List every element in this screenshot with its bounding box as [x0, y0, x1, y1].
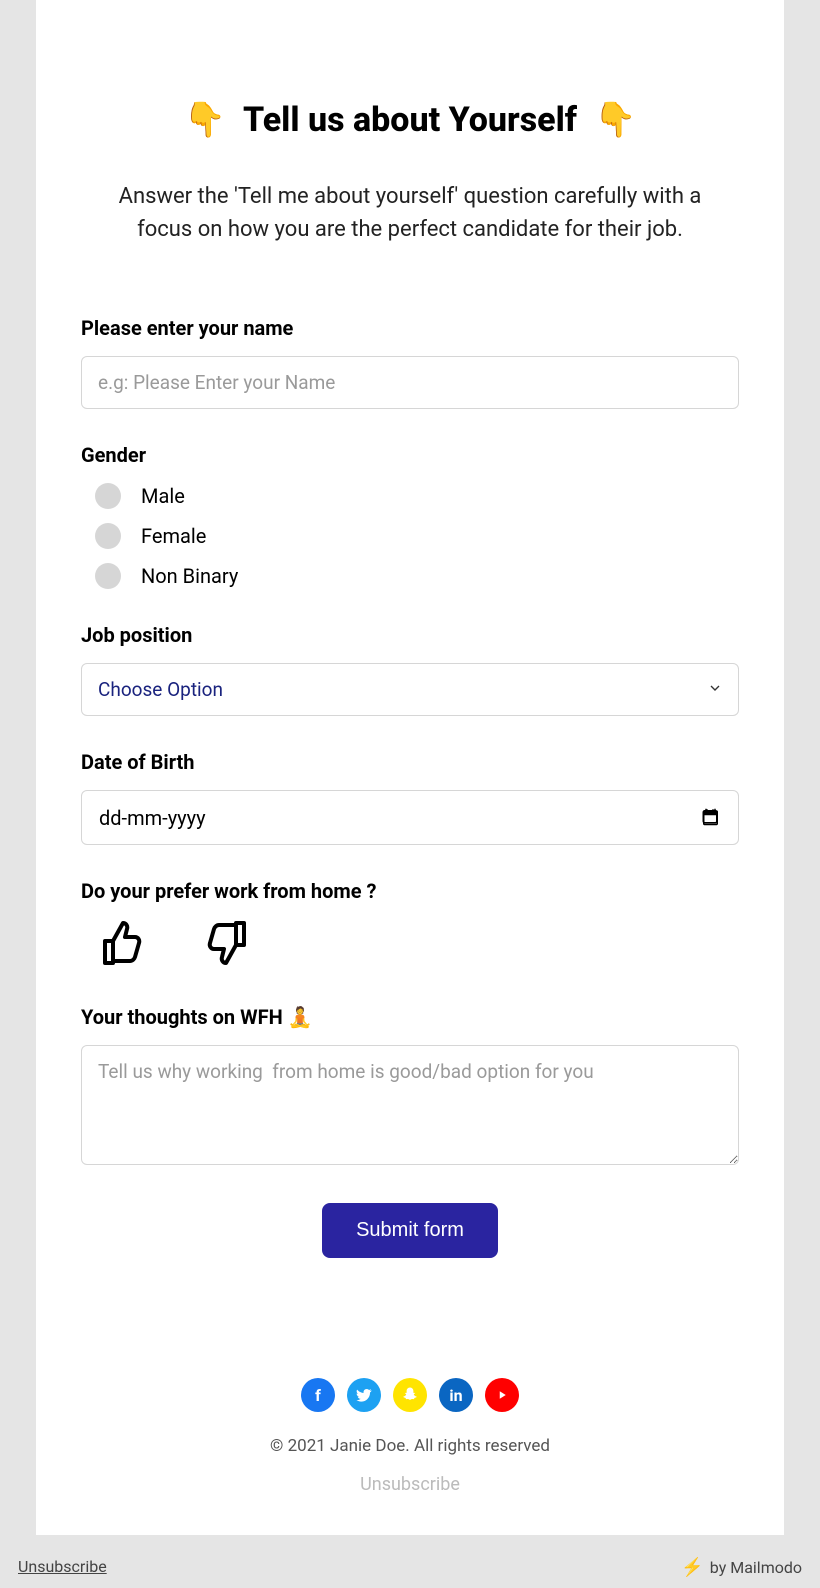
- job-position-select[interactable]: Choose Option: [81, 663, 739, 716]
- gender-option-label: Male: [141, 484, 185, 508]
- wfh-thoughts-label: Your thoughts on WFH 🧘: [81, 1005, 739, 1029]
- gender-option-label: Female: [141, 524, 206, 548]
- wfh-thoughts-textarea[interactable]: [81, 1045, 739, 1165]
- title-text: Tell us about Yourself: [243, 100, 577, 140]
- gender-option-label: Non Binary: [141, 564, 238, 588]
- unsubscribe-link-center[interactable]: Unsubscribe: [36, 1474, 784, 1495]
- youtube-icon[interactable]: [485, 1378, 519, 1412]
- twitter-icon[interactable]: [347, 1378, 381, 1412]
- bolt-icon: ⚡: [681, 1557, 703, 1578]
- emoji-point-down-right-icon: 👇: [594, 100, 636, 140]
- copyright-text: © 2021 Janie Doe. All rights reserved: [36, 1436, 784, 1456]
- gender-radio-male[interactable]: [95, 483, 121, 509]
- facebook-icon[interactable]: f: [301, 1378, 335, 1412]
- gender-radio-female[interactable]: [95, 523, 121, 549]
- linkedin-icon[interactable]: in: [439, 1378, 473, 1412]
- dob-input[interactable]: [81, 790, 739, 845]
- page-title: 👇 Tell us about Yourself 👇: [81, 100, 739, 140]
- name-input[interactable]: [81, 356, 739, 409]
- wfh-pref-label: Do your prefer work from home ?: [81, 879, 739, 903]
- emoji-point-down-left-icon: 👇: [184, 100, 226, 140]
- unsubscribe-link-bottom[interactable]: Unsubscribe: [18, 1557, 107, 1578]
- mailmodo-credit[interactable]: ⚡ by Mailmodo: [681, 1557, 802, 1578]
- snapchat-icon[interactable]: [393, 1378, 427, 1412]
- name-label: Please enter your name: [81, 316, 739, 340]
- mailmodo-text: by Mailmodo: [710, 1558, 802, 1577]
- thumbs-down-icon[interactable]: [202, 919, 250, 971]
- thumbs-up-icon[interactable]: [99, 919, 147, 971]
- job-position-label: Job position: [81, 623, 739, 647]
- submit-button[interactable]: Submit form: [322, 1203, 498, 1258]
- dob-label: Date of Birth: [81, 750, 739, 774]
- gender-radio-nonbinary[interactable]: [95, 563, 121, 589]
- intro-text: Answer the 'Tell me about yourself' ques…: [100, 180, 720, 246]
- gender-label: Gender: [81, 443, 739, 467]
